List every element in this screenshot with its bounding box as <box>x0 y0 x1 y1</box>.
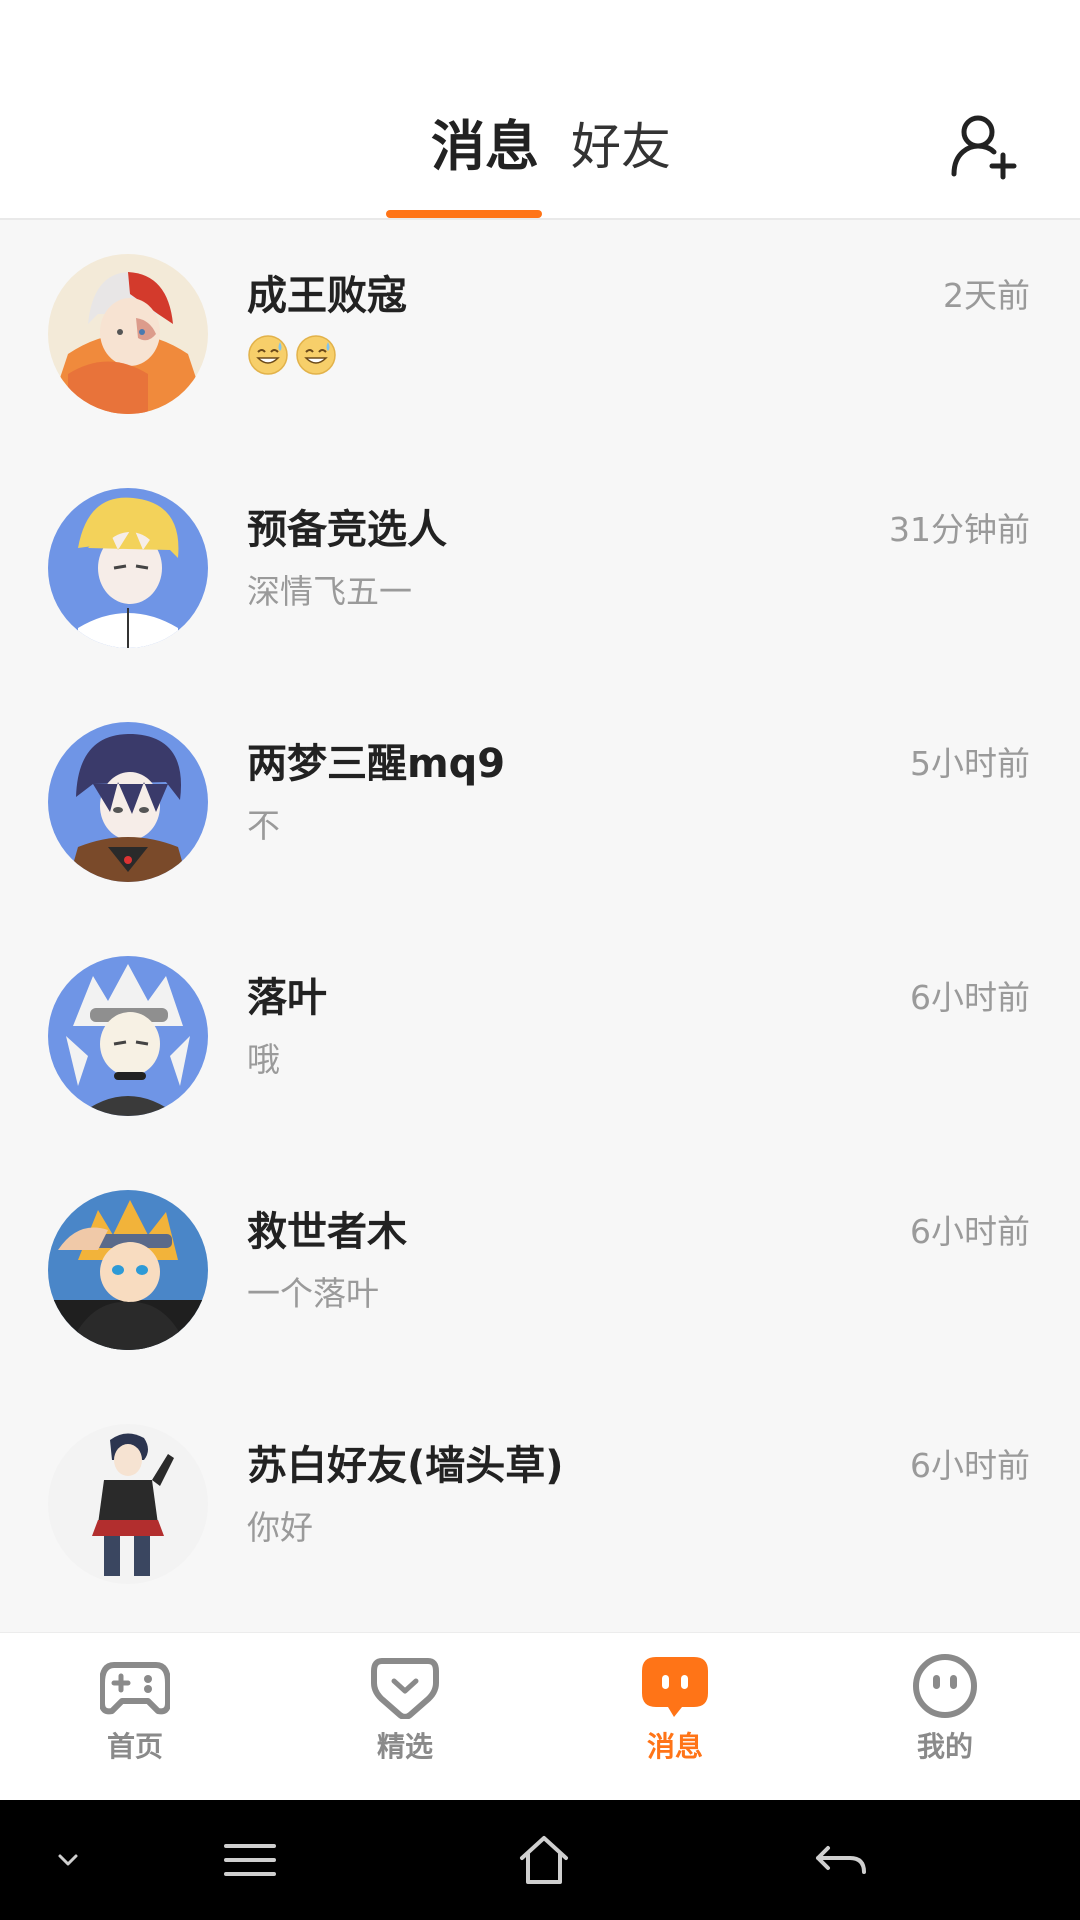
nav-label: 精选 <box>376 1730 433 1763</box>
avatar <box>48 956 208 1116</box>
nav-label: 消息 <box>646 1730 703 1763</box>
message-time: 2天前 <box>943 276 1030 315</box>
message-time: 6小时前 <box>910 1212 1030 1251</box>
avatar <box>48 254 208 414</box>
message-preview: 不 <box>247 806 280 845</box>
sweat-smile-emoji-icon <box>248 335 288 375</box>
conversation-row[interactable]: 落叶 哦 6小时前 <box>0 924 1080 1158</box>
avatar <box>48 722 208 882</box>
conversation-list: 成王败寇 2天前 预备竞选人 深情飞五一 31分钟前 两梦三醒mq9 不 5小时… <box>0 222 1080 1632</box>
face-icon <box>913 1654 977 1718</box>
message-preview: 深情飞五一 <box>247 572 412 611</box>
system-nav-bar <box>0 1800 1080 1920</box>
back-arrow-icon <box>816 1846 866 1874</box>
nav-featured[interactable]: 精选 <box>270 1633 540 1801</box>
chevron-down-icon <box>58 1854 78 1866</box>
back-button[interactable] <box>810 1830 870 1890</box>
nav-messages[interactable]: 消息 <box>540 1633 810 1801</box>
conversation-row[interactable]: 救世者木 一个落叶 6小时前 <box>0 1158 1080 1392</box>
avatar <box>48 488 208 648</box>
contact-name: 两梦三醒mq9 <box>247 741 506 787</box>
message-time: 5小时前 <box>910 744 1030 783</box>
message-time: 31分钟前 <box>889 510 1030 549</box>
conversation-row[interactable]: 苏白好友(墙头草) 你好 6小时前 <box>0 1392 1080 1626</box>
nav-profile[interactable]: 我的 <box>810 1633 1080 1801</box>
message-preview: 一个落叶 <box>247 1274 379 1313</box>
contact-name: 救世者木 <box>247 1209 407 1255</box>
nav-label: 我的 <box>916 1730 973 1763</box>
contact-name: 落叶 <box>247 975 327 1021</box>
conversation-row[interactable]: 两梦三醒mq9 不 5小时前 <box>0 690 1080 924</box>
active-tab-indicator <box>386 210 542 218</box>
heart-badge-icon <box>371 1658 439 1719</box>
avatar <box>48 1424 208 1584</box>
tab-bar: 消息 好友 <box>0 60 1080 220</box>
message-preview: 你好 <box>247 1508 313 1547</box>
home-button[interactable] <box>514 1830 574 1890</box>
chat-bubble-icon <box>642 1657 708 1717</box>
menu-icon <box>224 1844 276 1876</box>
menu-button[interactable] <box>220 1830 280 1890</box>
message-preview <box>247 334 343 382</box>
hide-nav-button[interactable] <box>38 1830 98 1890</box>
nav-label: 首页 <box>106 1730 163 1763</box>
add-friend-button[interactable] <box>948 112 1018 182</box>
status-bar <box>0 0 1080 60</box>
contact-name: 预备竞选人 <box>247 507 447 553</box>
tab-messages[interactable]: 消息 <box>410 112 560 182</box>
message-preview: 哦 <box>247 1040 280 1079</box>
home-icon <box>520 1836 568 1884</box>
header: 消息 好友 <box>0 60 1080 220</box>
tab-friends[interactable]: 好友 <box>566 112 676 182</box>
sweat-smile-emoji-icon <box>296 335 336 375</box>
gamepad-icon <box>100 1662 170 1715</box>
nav-home[interactable]: 首页 <box>0 1633 270 1801</box>
contact-name: 成王败寇 <box>247 273 407 319</box>
message-time: 6小时前 <box>910 1446 1030 1485</box>
avatar <box>48 1190 208 1350</box>
conversation-row[interactable]: 成王败寇 2天前 <box>0 222 1080 456</box>
bottom-nav: 首页 精选 消息 我的 <box>0 1632 1080 1800</box>
add-user-icon <box>951 115 1017 180</box>
message-time: 6小时前 <box>910 978 1030 1017</box>
conversation-row[interactable]: 预备竞选人 深情飞五一 31分钟前 <box>0 456 1080 690</box>
contact-name: 苏白好友(墙头草) <box>247 1443 564 1489</box>
